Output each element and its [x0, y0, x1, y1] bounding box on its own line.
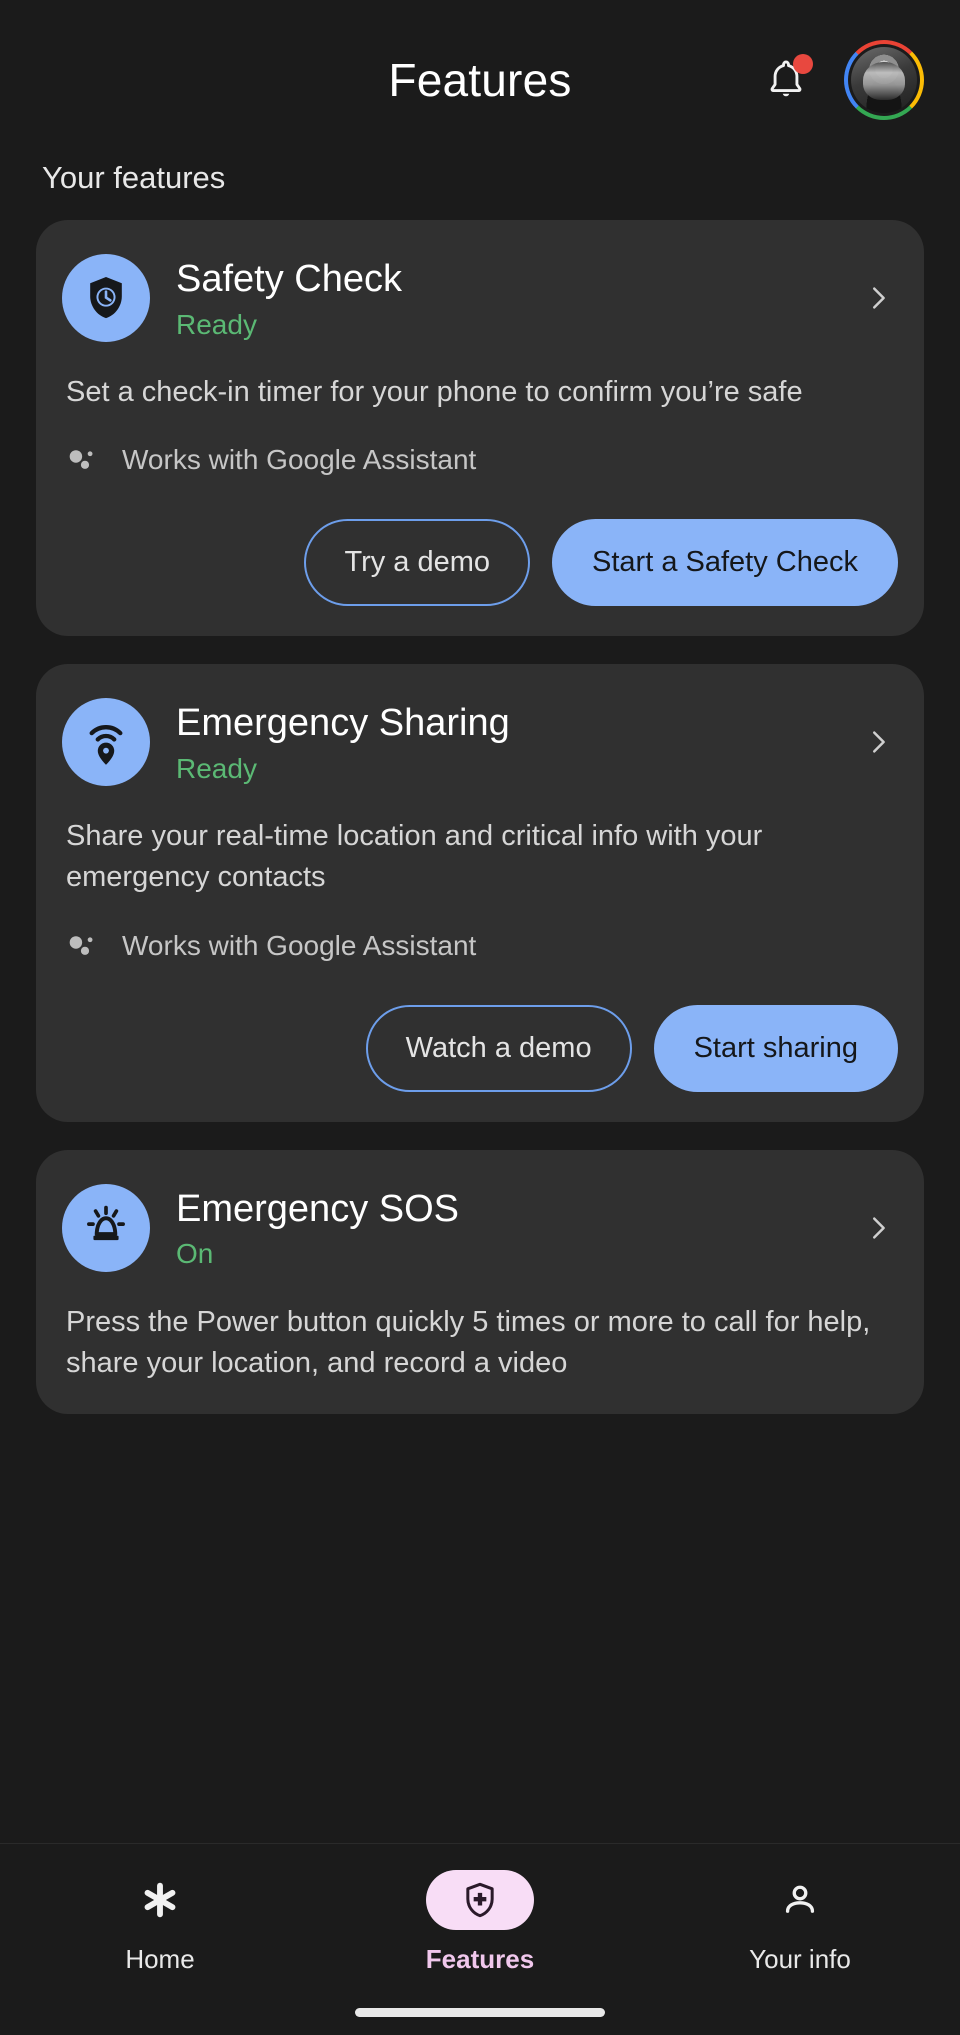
status-badge: On: [176, 1238, 214, 1270]
app-screen: Features Your features Safety Check Read…: [0, 0, 960, 2035]
assistant-note-row: Works with Google Assistant: [62, 929, 898, 963]
card-description: Press the Power button quickly 5 times o…: [66, 1305, 871, 1379]
asterisk-icon: [144, 1882, 176, 1918]
assistant-note-row: Works with Google Assistant: [62, 443, 898, 477]
notification-badge-dot: [793, 54, 813, 74]
siren-beacon-icon: [62, 1183, 150, 1272]
location-broadcast-icon: [62, 698, 150, 787]
nav-label-home: Home: [125, 1944, 195, 1974]
card-header-text: Emergency Sharing Ready: [176, 698, 832, 785]
nav-item-your-info[interactable]: Your info: [640, 1870, 960, 1975]
feature-card-emergency-sharing[interactable]: Emergency Sharing Ready Share your real-…: [36, 664, 924, 1122]
app-bar-actions: [758, 40, 924, 120]
card-header-text: Safety Check Ready: [176, 254, 832, 341]
card-actions: Watch a demo Start sharing: [62, 1004, 898, 1092]
card-header: Emergency Sharing Ready: [62, 698, 898, 787]
avatar-photo: [851, 47, 917, 113]
card-title: Safety Check: [176, 258, 402, 300]
start-a-safety-check-button[interactable]: Start a Safety Check: [552, 519, 898, 607]
app-bar: Features: [0, 0, 960, 160]
feature-card-emergency-sos[interactable]: Emergency SOS On Press the Power button …: [36, 1149, 924, 1414]
google-assistant-icon: [69, 450, 93, 470]
nav-item-home[interactable]: Home: [0, 1870, 320, 1975]
card-header: Safety Check Ready: [62, 254, 898, 342]
shield-clock-icon: [62, 254, 150, 342]
card-header-text: Emergency SOS On: [176, 1184, 832, 1271]
card-title: Emergency SOS: [176, 1187, 459, 1230]
card-description: Set a check-in timer for your phone to c…: [66, 376, 803, 408]
card-description: Share your real-time location and critic…: [66, 820, 763, 894]
nav-icon-container: [106, 1870, 214, 1930]
status-badge: Ready: [176, 752, 257, 784]
shield-cross-icon: [466, 1882, 494, 1918]
nav-item-features[interactable]: Features: [320, 1870, 640, 1975]
bottom-navigation: Home Features Your info: [0, 1843, 960, 2035]
nav-icon-container: [746, 1870, 854, 1930]
watch-a-demo-button[interactable]: Watch a demo: [365, 1004, 632, 1092]
start-sharing-button[interactable]: Start sharing: [653, 1004, 898, 1092]
nav-icon-container: [426, 1870, 534, 1930]
section-label: Your features: [42, 160, 226, 195]
card-header: Emergency SOS On: [62, 1183, 898, 1272]
chevron-right-icon[interactable]: [858, 1208, 898, 1248]
avatar[interactable]: [844, 40, 924, 120]
card-title: Emergency Sharing: [176, 702, 510, 745]
assistant-note-label: Works with Google Assistant: [122, 929, 477, 961]
try-a-demo-button[interactable]: Try a demo: [304, 519, 531, 607]
nav-label-features: Features: [425, 1944, 535, 1974]
card-actions: Try a demo Start a Safety Check: [62, 519, 898, 607]
feature-card-safety-check[interactable]: Safety Check Ready Set a check-in timer …: [36, 220, 924, 637]
google-assistant-icon: [69, 935, 93, 955]
status-badge: Ready: [176, 308, 257, 340]
avatar-inner-ring: [848, 44, 920, 116]
assistant-note-label: Works with Google Assistant: [122, 444, 477, 476]
person-icon: [785, 1885, 815, 1913]
features-list[interactable]: Safety Check Ready Set a check-in timer …: [0, 220, 960, 1843]
chevron-right-icon[interactable]: [858, 722, 898, 762]
gesture-home-indicator[interactable]: [355, 2008, 605, 2017]
nav-label-your-info: Your info: [749, 1944, 851, 1974]
chevron-right-icon[interactable]: [858, 278, 898, 318]
notifications-button[interactable]: [758, 52, 814, 108]
